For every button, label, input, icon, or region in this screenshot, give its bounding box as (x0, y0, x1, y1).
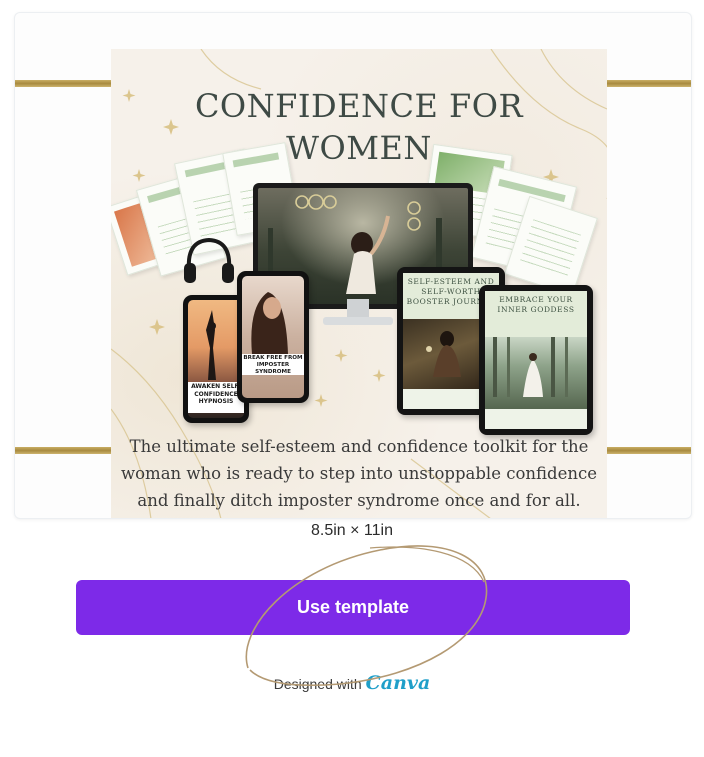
design-title: CONFIDENCE FOR WOMEN (111, 85, 607, 169)
tablet-mockup-goddess: EMBRACE YOUR INNER GODDESS (479, 285, 593, 435)
phone-mockup-imposter: BREAK FREE FROM IMPOSTER SYNDROME (237, 271, 309, 403)
template-preview-card[interactable]: CONFIDENCE FOR WOMEN AWAKEN SELF-CONFIDE… (14, 12, 692, 519)
phone-woman-photo (251, 292, 288, 354)
headphones-icon (184, 237, 234, 283)
canva-logo: Canva (365, 672, 431, 694)
design-title-line1: CONFIDENCE FOR (194, 87, 524, 125)
phone-silhouette (206, 310, 216, 380)
tablet-goddess-title: EMBRACE YOUR INNER GODDESS (485, 291, 587, 341)
designed-with-label: Designed with (273, 676, 362, 692)
phone-awaken-caption: AWAKEN SELF-CONFIDENCE HYPNOSIS (188, 382, 244, 413)
use-template-button[interactable]: Use template (76, 580, 630, 635)
template-preview-image: CONFIDENCE FOR WOMEN AWAKEN SELF-CONFIDE… (111, 49, 607, 518)
template-page: CONFIDENCE FOR WOMEN AWAKEN SELF-CONFIDE… (0, 0, 704, 757)
template-dimensions: 8.5in × 11in (311, 522, 393, 539)
tablet-forest-photo (493, 337, 568, 397)
monitor-stand (347, 299, 369, 319)
designed-with-canva[interactable]: Designed with Canva (0, 672, 704, 694)
monitor-stand-base (323, 317, 393, 325)
design-description: The ultimate self-esteem and confidence … (120, 437, 597, 510)
phone-imposter-caption: BREAK FREE FROM IMPOSTER SYNDROME (242, 354, 304, 375)
tablet-photo (426, 331, 461, 377)
